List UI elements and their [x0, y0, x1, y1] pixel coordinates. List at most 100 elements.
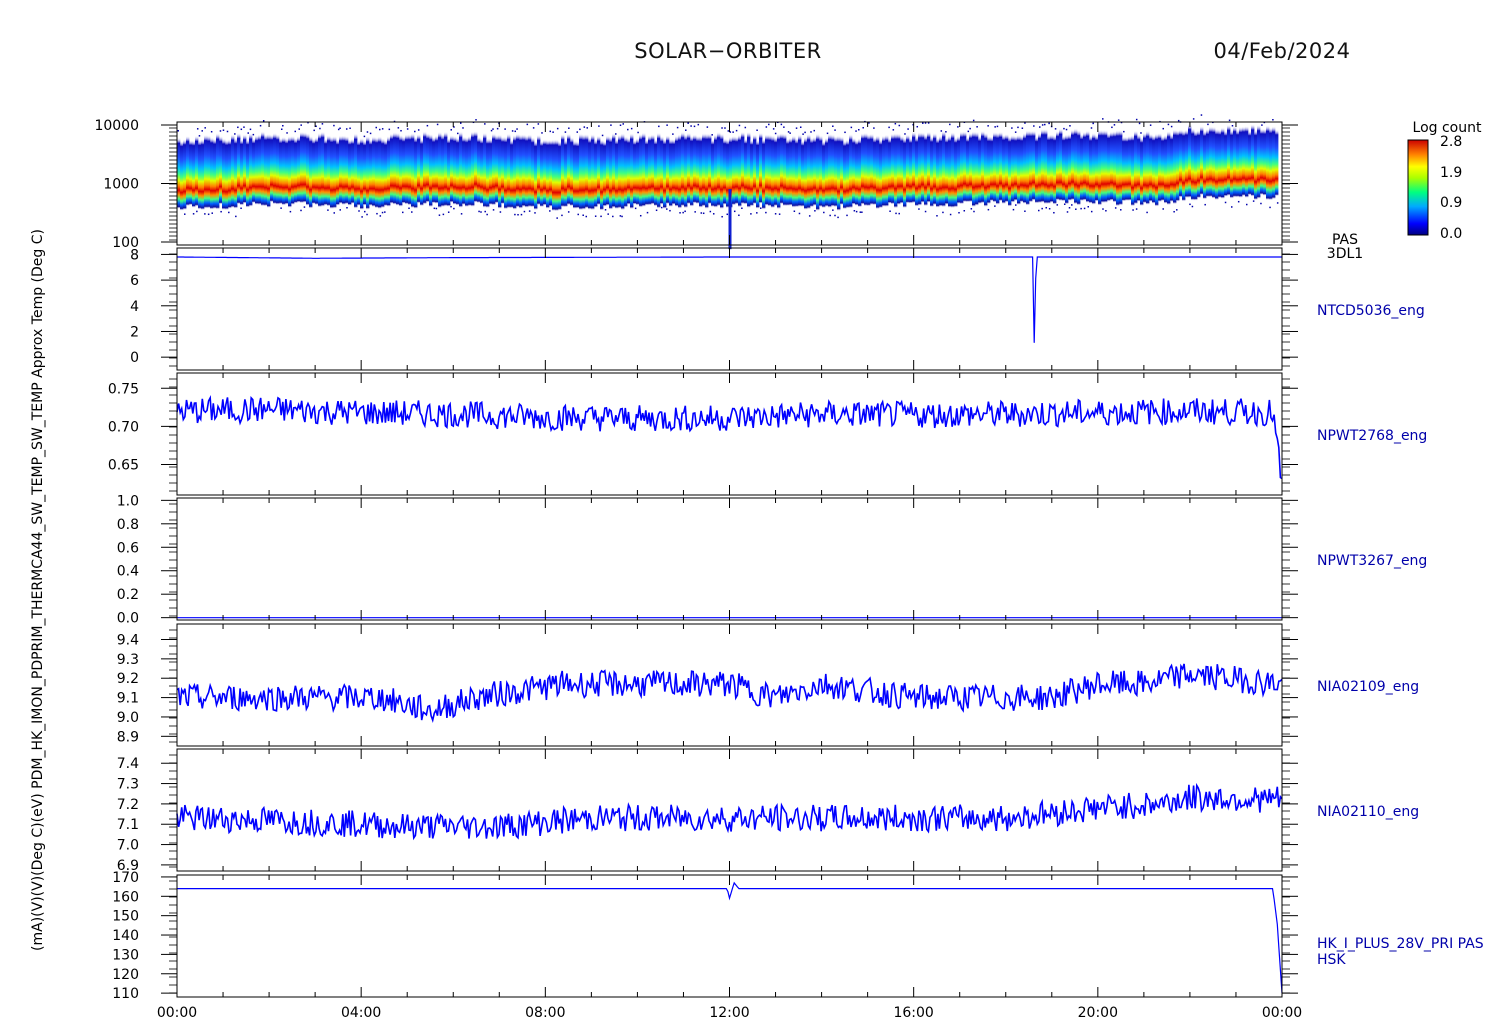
spectrogram-column — [642, 132, 646, 207]
spectrogram-speck — [724, 127, 726, 129]
spectrogram-column — [1089, 135, 1093, 204]
spectrogram-speck — [333, 212, 335, 214]
spectrogram-speck — [243, 126, 245, 128]
spectrogram-speck — [520, 213, 523, 216]
spectrogram-speck — [834, 129, 836, 131]
spectrogram-column — [570, 137, 574, 207]
spectrogram-column — [312, 138, 316, 205]
spectrogram-speck — [1149, 124, 1152, 126]
spectrogram-column — [1230, 129, 1234, 199]
spectrogram-column — [795, 137, 799, 208]
spectrogram-column — [258, 134, 262, 206]
y-tick-label: 170 — [112, 870, 139, 886]
spectrogram-column — [918, 131, 922, 206]
spectrogram-column — [1188, 123, 1192, 199]
spectrogram-speck — [228, 211, 230, 214]
spectrogram-column — [201, 138, 205, 211]
spectrogram-speck — [1132, 209, 1134, 211]
spectrogram-speck — [384, 211, 386, 213]
spectrogram-speck — [1092, 122, 1094, 125]
spectrogram-column — [180, 140, 184, 211]
spectrogram-speck — [994, 205, 996, 207]
spectrogram-column — [966, 136, 970, 203]
y-tick-label: 9.2 — [117, 671, 139, 687]
spectrogram-column — [1263, 128, 1267, 196]
y-tick-label: 7.3 — [117, 777, 139, 793]
spectrogram-speck — [1080, 207, 1082, 210]
spectrogram-speck — [738, 214, 740, 217]
y-tick-label: 9.4 — [117, 632, 139, 648]
spectrogram-speck — [1170, 125, 1173, 128]
spectrogram-column — [681, 131, 685, 207]
spectrogram-column — [306, 132, 310, 206]
spectrogram-column — [546, 139, 550, 209]
spectrogram-speck — [337, 128, 340, 131]
spectrogram-speck — [846, 214, 848, 217]
spectrogram-speck — [1102, 118, 1104, 120]
spectrogram-speck — [183, 213, 186, 215]
spectrogram-column — [627, 137, 631, 205]
spectrogram-column — [1221, 127, 1225, 199]
date-title: 04/Feb/2024 — [1214, 39, 1351, 63]
colorbar-gradient — [1407, 139, 1429, 236]
spectrogram-speck — [1054, 128, 1057, 130]
spectrogram-column — [540, 140, 544, 208]
spectrogram-speck — [586, 127, 589, 129]
series-line — [176, 663, 1283, 724]
spectrogram-column — [1125, 136, 1129, 202]
spectrogram-speck — [378, 128, 381, 131]
y-tick-label: 0.75 — [108, 381, 139, 397]
spectrogram-column — [942, 130, 946, 208]
spectrogram-column — [1086, 130, 1090, 203]
colorbar: Log count 2.8 1.9 0.9 0.0 — [1407, 120, 1482, 242]
spectrogram-speck — [987, 125, 989, 127]
spectrogram-speck — [894, 122, 897, 125]
spectrogram-column — [1002, 134, 1006, 205]
spectrogram-column — [759, 132, 763, 204]
spectrogram-speck — [289, 210, 292, 213]
spectrogram-column — [501, 136, 505, 205]
spectrogram-speck — [556, 127, 559, 130]
spectrogram-column — [933, 132, 937, 206]
spectrogram-column — [654, 138, 658, 207]
spectrogram-column — [1080, 133, 1084, 202]
spectrogram-column — [516, 133, 520, 208]
spectrogram-column — [216, 133, 220, 210]
spectrogram-column — [1053, 134, 1057, 205]
spectrogram-column — [1170, 134, 1174, 203]
spectrogram-column — [843, 140, 847, 210]
spectrogram-speck — [363, 135, 366, 138]
spectrogram-column — [1038, 132, 1042, 204]
spectrogram-speck — [858, 128, 860, 131]
spectrogram-speck — [907, 128, 909, 130]
y-tick-label: 8.9 — [117, 729, 139, 745]
spectrogram-column — [762, 138, 766, 210]
spectrogram-column — [975, 131, 979, 206]
spectrogram-column — [624, 136, 628, 208]
spectrogram-column — [495, 134, 499, 204]
spectrogram-speck — [249, 128, 252, 131]
spectrogram-speck — [630, 127, 633, 130]
spectrogram-column — [231, 134, 235, 209]
spectrogram-column — [927, 131, 931, 203]
spectrogram-speck — [945, 131, 947, 133]
y-tick-label: 0.65 — [108, 458, 139, 474]
spectrogram-speck — [1230, 206, 1233, 208]
spectrogram-column — [756, 139, 760, 209]
spectrogram-speck — [1056, 204, 1059, 206]
spectrogram-speck — [201, 130, 203, 132]
spectrogram-column — [1116, 129, 1120, 207]
spectrogram-column — [426, 132, 430, 203]
spectrogram-speck — [514, 130, 517, 133]
spectrogram-column — [246, 139, 250, 208]
colorbar-tick: 0.0 — [1440, 226, 1462, 242]
spectrogram-column — [1224, 130, 1228, 197]
spectrogram-column — [1245, 125, 1249, 198]
spectrogram-speck — [958, 211, 960, 214]
spectrogram-column — [708, 133, 712, 205]
spectrogram-speck — [1041, 207, 1043, 210]
spectrogram-speck — [1017, 126, 1019, 129]
spectrogram-speck — [363, 210, 366, 213]
spectrogram-speck — [514, 213, 516, 216]
spectrogram-column — [531, 137, 535, 208]
